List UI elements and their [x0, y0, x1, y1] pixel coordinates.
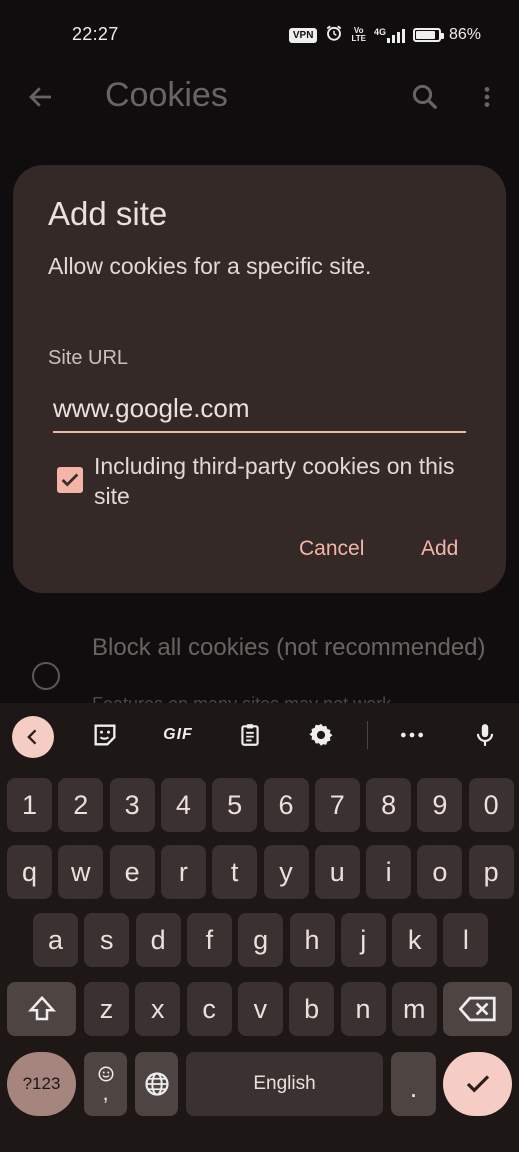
- checkmark-icon: [466, 1075, 489, 1093]
- emoji-comma-key[interactable]: ,: [84, 1052, 127, 1116]
- sticker-icon[interactable]: [87, 717, 123, 753]
- back-arrow-icon[interactable]: [26, 82, 56, 112]
- check-icon: [61, 473, 79, 487]
- key-r[interactable]: r: [160, 845, 206, 899]
- key-7[interactable]: 7: [314, 778, 360, 832]
- key-e[interactable]: e: [109, 845, 155, 899]
- vpn-icon: VPN: [288, 27, 318, 43]
- status-icons: VPN Vo LTE 4G 86%: [288, 24, 481, 47]
- key-j[interactable]: j: [340, 913, 386, 967]
- key-b[interactable]: b: [289, 982, 335, 1036]
- backspace-key[interactable]: [443, 982, 512, 1036]
- option-label: Block all cookies (not recommended): [92, 634, 486, 661]
- status-time: 22:27: [72, 24, 119, 44]
- dialog-title: Add site: [48, 195, 168, 232]
- shift-key[interactable]: [7, 982, 76, 1036]
- key-c[interactable]: c: [186, 982, 232, 1036]
- key-i[interactable]: i: [366, 845, 412, 899]
- alarm-icon: [325, 24, 343, 47]
- volte-icon: Vo LTE: [351, 26, 366, 43]
- key-l[interactable]: l: [443, 913, 489, 967]
- app-bar: Cookies: [0, 70, 519, 126]
- key-0[interactable]: 0: [468, 778, 514, 832]
- page-title: Cookies: [105, 76, 228, 114]
- third-party-checkbox[interactable]: [57, 467, 83, 493]
- radio-icon[interactable]: [32, 662, 60, 690]
- key-y[interactable]: y: [263, 845, 309, 899]
- enter-key[interactable]: [443, 1052, 512, 1116]
- key-5[interactable]: 5: [212, 778, 258, 832]
- cancel-button[interactable]: Cancel: [299, 537, 364, 561]
- key-a[interactable]: a: [33, 913, 78, 967]
- dialog-description: Allow cookies for a specific site.: [48, 253, 372, 279]
- shift-icon: [27, 995, 56, 1021]
- key-2[interactable]: 2: [58, 778, 104, 832]
- key-3[interactable]: 3: [109, 778, 155, 832]
- battery-icon: [412, 28, 444, 42]
- key-k[interactable]: k: [392, 913, 438, 967]
- key-u[interactable]: u: [314, 845, 360, 899]
- toolbar-divider: [367, 721, 368, 749]
- search-icon[interactable]: [410, 82, 440, 112]
- key-8[interactable]: 8: [366, 778, 412, 832]
- key-h[interactable]: h: [289, 913, 335, 967]
- key-o[interactable]: o: [417, 845, 463, 899]
- backspace-icon: [458, 996, 496, 1022]
- key-n[interactable]: n: [340, 982, 386, 1036]
- keyboard-toolbar: GIF: [0, 703, 519, 767]
- key-q[interactable]: q: [7, 845, 52, 899]
- key-s[interactable]: s: [84, 913, 130, 967]
- status-bar: 22:27 VPN Vo LTE 4G 86%: [0, 0, 519, 70]
- add-site-dialog: Add site Allow cookies for a specific si…: [13, 165, 506, 593]
- key-z[interactable]: z: [84, 982, 129, 1036]
- gif-button[interactable]: GIF: [156, 717, 200, 753]
- symbols-key[interactable]: ?123: [7, 1052, 76, 1116]
- comma-label: ,: [102, 1080, 109, 1105]
- microphone-icon[interactable]: [467, 717, 503, 753]
- key-p[interactable]: p: [468, 845, 514, 899]
- collapse-toolbar-icon[interactable]: [12, 716, 54, 758]
- key-f[interactable]: f: [186, 913, 232, 967]
- key-1[interactable]: 1: [7, 778, 52, 832]
- third-party-checkbox-label[interactable]: Including third-party cookies on this si…: [94, 451, 484, 511]
- site-url-label: Site URL: [48, 347, 129, 369]
- keyboard: GIF 1234567890 qwertyuiop asdfghjkl zxcvbnm…: [0, 703, 519, 1152]
- key-w[interactable]: w: [58, 845, 104, 899]
- key-x[interactable]: x: [135, 982, 181, 1036]
- key-4[interactable]: 4: [160, 778, 206, 832]
- signal-icon: 4G: [374, 27, 405, 43]
- add-button[interactable]: Add: [421, 537, 458, 561]
- period-key[interactable]: .: [391, 1052, 436, 1116]
- battery-percent: 86%: [448, 26, 481, 43]
- key-m[interactable]: m: [391, 982, 437, 1036]
- key-g[interactable]: g: [238, 913, 284, 967]
- space-key[interactable]: English: [186, 1052, 383, 1116]
- key-t[interactable]: t: [212, 845, 258, 899]
- globe-icon: [144, 1072, 169, 1096]
- site-url-input[interactable]: [53, 387, 466, 433]
- more-icon[interactable]: [394, 717, 430, 753]
- settings-gear-icon[interactable]: [303, 717, 339, 753]
- key-6[interactable]: 6: [263, 778, 309, 832]
- key-v[interactable]: v: [237, 982, 283, 1036]
- more-options-icon[interactable]: [474, 82, 500, 112]
- language-key[interactable]: [135, 1052, 178, 1116]
- key-9[interactable]: 9: [417, 778, 463, 832]
- clipboard-icon[interactable]: [232, 717, 268, 753]
- key-d[interactable]: d: [135, 913, 181, 967]
